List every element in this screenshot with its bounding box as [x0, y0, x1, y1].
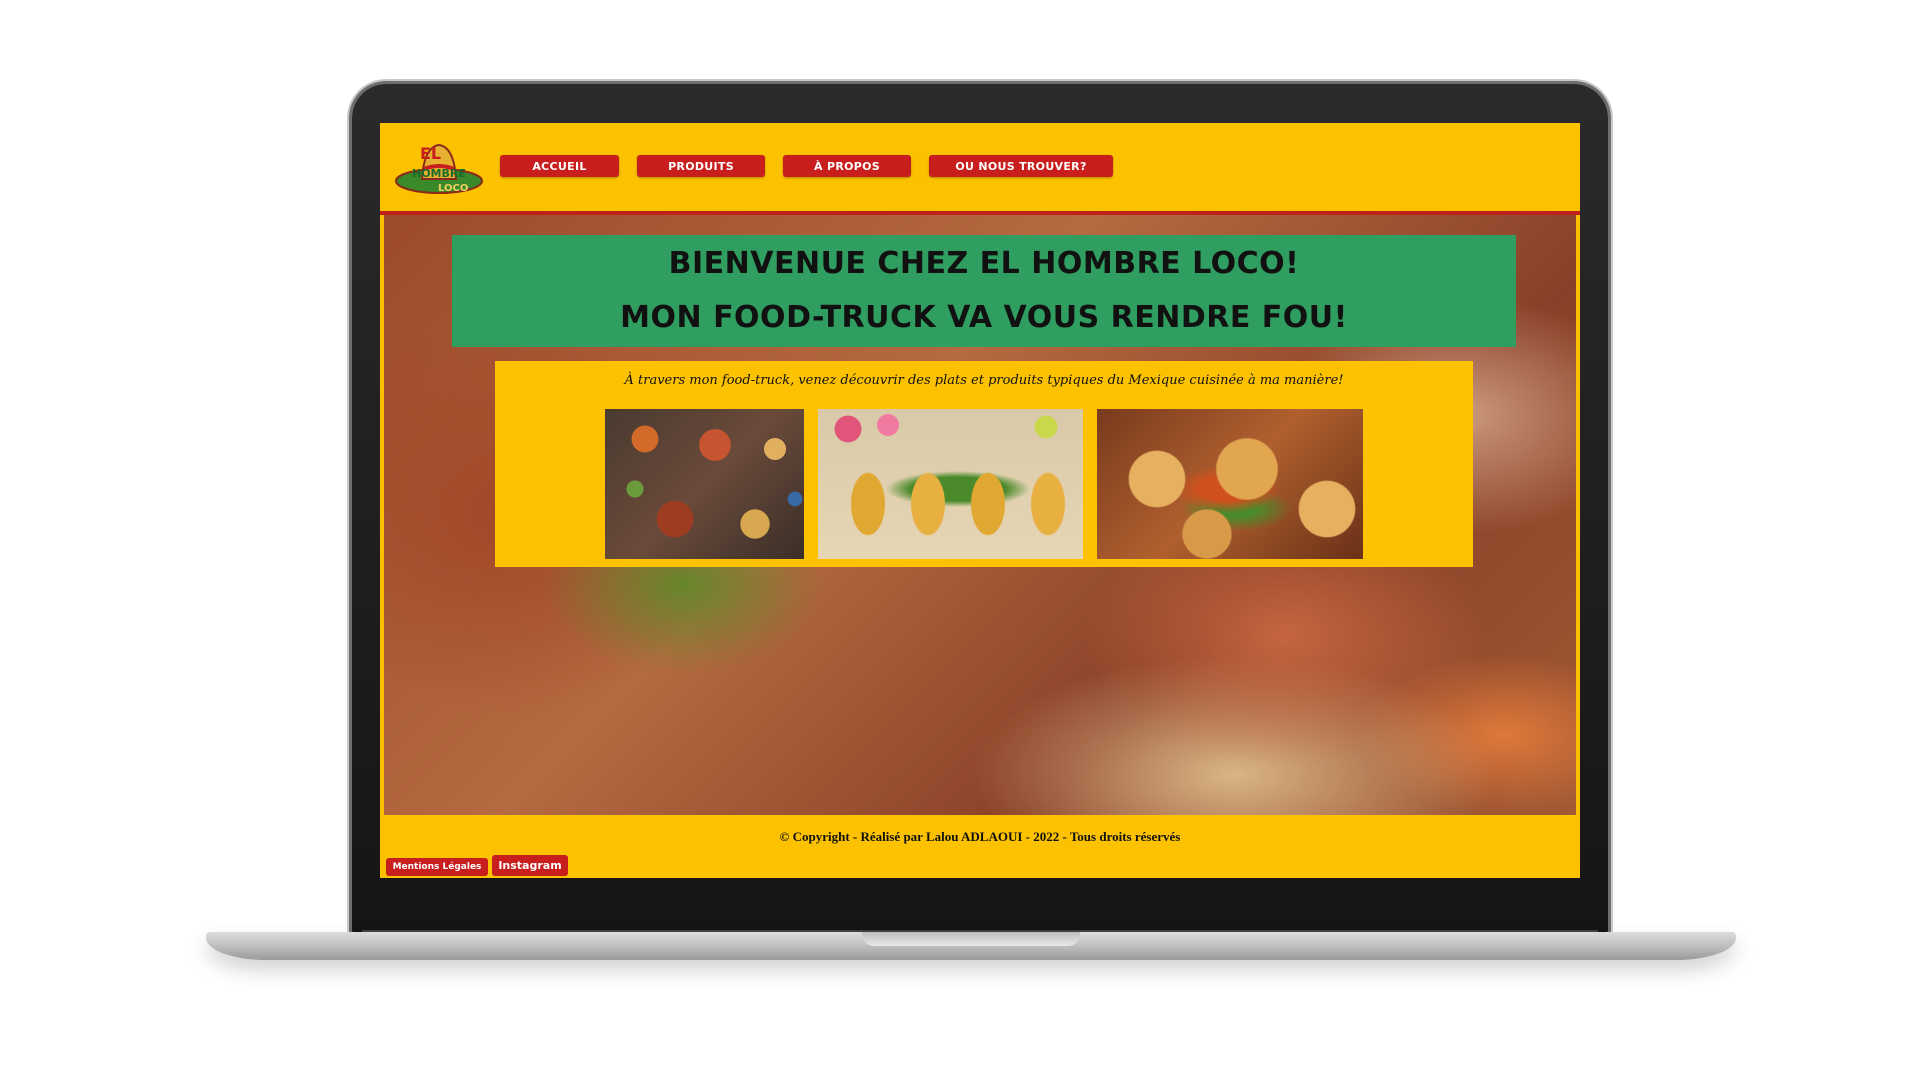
- welcome-banner: BIENVENUE CHEZ EL HOMBRE LOCO! MON FOOD-…: [452, 235, 1516, 347]
- welcome-subtitle: MON FOOD-TRUCK VA VOUS RENDRE FOU!: [620, 300, 1348, 335]
- laptop-notch: [862, 932, 1080, 946]
- copyright-text: © Copyright - Réalisé par Lalou ADLAOUI …: [779, 829, 1181, 844]
- logo-text-bottom: LOCO: [438, 183, 468, 194]
- sombrero-logo-icon[interactable]: EL HOMBRE LOCO: [394, 133, 484, 199]
- intro-text: À travers mon food-truck, venez découvri…: [624, 373, 1344, 388]
- intro-section: À travers mon food-truck, venez découvri…: [495, 361, 1473, 567]
- mentions-legales-button[interactable]: Mentions Légales: [386, 858, 488, 876]
- logo-text-top: EL: [420, 144, 441, 163]
- site-header: EL HOMBRE LOCO ACCUEIL PRODUITS À PROPOS…: [380, 123, 1580, 215]
- food-image-tostadas: [1097, 409, 1363, 559]
- food-image-tacos: [818, 409, 1083, 559]
- site-footer: © Copyright - Réalisé par Lalou ADLAOUI …: [384, 815, 1576, 878]
- main-nav: ACCUEIL PRODUITS À PROPOS OU NOUS TROUVE…: [500, 155, 1113, 177]
- nav-accueil-button[interactable]: ACCUEIL: [500, 155, 619, 177]
- instagram-button[interactable]: Instagram: [492, 855, 568, 876]
- welcome-title: BIENVENUE CHEZ EL HOMBRE LOCO!: [668, 246, 1300, 281]
- food-image-platter: [605, 409, 804, 559]
- nav-ou-nous-trouver-button[interactable]: OU NOUS TROUVER?: [929, 155, 1113, 177]
- laptop-screen: EL HOMBRE LOCO ACCUEIL PRODUITS À PROPOS…: [380, 123, 1580, 878]
- nav-produits-button[interactable]: PRODUITS: [637, 155, 765, 177]
- logo-text-mid: HOMBRE: [412, 167, 466, 180]
- nav-a-propos-button[interactable]: À PROPOS: [783, 155, 911, 177]
